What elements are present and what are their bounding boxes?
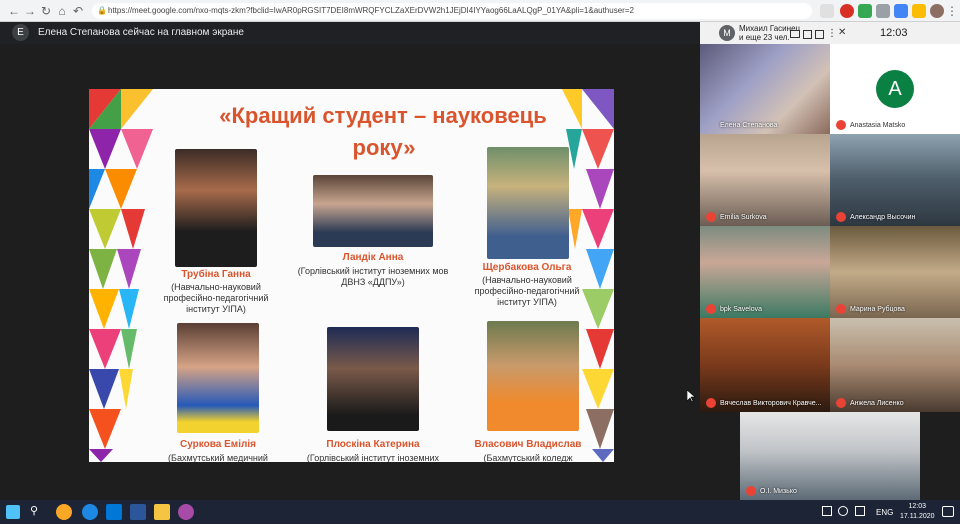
candidate-info: (Навчально-науковий професійно-педагогіч… — [163, 282, 269, 314]
opera-icon[interactable] — [840, 4, 854, 18]
mic-off-icon — [706, 304, 716, 314]
participant-tile-name: Вячеслав Викторович Кравче... — [720, 400, 822, 407]
candidate-photo — [177, 323, 259, 433]
network-icon[interactable] — [822, 506, 832, 516]
clock-time: 12:03 — [908, 503, 927, 510]
participant-tile-name: Марина Рубцова — [850, 306, 905, 313]
participant-tile-name: Anastasia Matsko — [850, 122, 906, 129]
meeting-time: 12:03 — [880, 27, 908, 39]
url-text: https://meet.google.com/nxo-mqts-zkm?fbc… — [108, 6, 634, 15]
present-icon[interactable] — [815, 30, 824, 39]
participant-tile-name: bpk Savelova — [720, 306, 763, 313]
clock-date: 17.11.2020 — [900, 513, 935, 520]
back-icon[interactable]: ← — [6, 3, 22, 19]
candidate-name: Власович Владислав — [474, 439, 582, 450]
candidate-name: Ландік Анна — [342, 252, 404, 263]
notifications-icon[interactable] — [942, 506, 954, 517]
candidate-photo — [327, 327, 419, 431]
candidate-info: (Бахмутський медичний — [168, 453, 268, 462]
mic-off-icon — [836, 304, 846, 314]
participant-tile[interactable]: bpk Savelova — [700, 226, 830, 318]
presenter-avatar: E — [12, 24, 29, 41]
candidate-info: (Навчально-науковий професійно-педагогіч… — [474, 275, 580, 307]
captions-icon[interactable] — [790, 30, 800, 38]
windows-start-icon[interactable] — [6, 505, 20, 519]
undo-icon[interactable]: ↶ — [70, 3, 86, 19]
app-icon[interactable] — [56, 504, 72, 520]
extension-icon[interactable] — [876, 4, 890, 18]
layout-icon[interactable] — [803, 30, 812, 39]
mic-off-icon — [836, 212, 846, 222]
more-icon[interactable]: ⋮ — [827, 28, 837, 39]
candidate-name: Трубіна Ганна — [181, 269, 251, 280]
taskbar-clock[interactable]: 12:03 17.11.2020 — [900, 502, 935, 522]
participant-tile[interactable]: Анжела Лисенко — [830, 318, 960, 412]
candidate-name: Суркова Емілія — [180, 439, 256, 450]
home-icon[interactable]: ⌂ — [54, 3, 70, 19]
word-icon[interactable] — [130, 504, 146, 520]
candidate-name: Щербакова Ольга — [482, 262, 572, 273]
candidate-name: Плоскіна Катерина — [326, 439, 420, 450]
extension-icon[interactable] — [894, 4, 908, 18]
presenter-status: Елена Степанова сейчас на главном экране — [38, 27, 244, 38]
candidate-photo — [313, 175, 433, 247]
participant-tile[interactable]: Александр Высочин — [830, 134, 960, 226]
volume-icon[interactable] — [855, 506, 865, 516]
menu-icon[interactable]: ⋮ — [944, 3, 960, 19]
mic-off-icon — [836, 120, 846, 130]
slide-title-line2: року» — [352, 135, 416, 160]
extension-icon[interactable] — [858, 4, 872, 18]
language-indicator[interactable]: ENG — [876, 508, 893, 517]
browser-toolbar: ← → ↻ ⌂ ↶ 🔒 https://meet.google.com/nxo-… — [0, 0, 960, 22]
lock-icon: 🔒 — [97, 6, 107, 15]
address-bar[interactable]: 🔒 https://meet.google.com/nxo-mqts-zkm?f… — [92, 3, 812, 19]
participant-tile-name: Emilia Surkova — [720, 214, 767, 221]
battery-icon[interactable] — [838, 506, 848, 516]
participant-tile-name: О.І. Мизько — [760, 488, 797, 495]
participant-tile[interactable]: Елена Степанова — [700, 44, 830, 134]
candidate-photo — [175, 149, 257, 267]
presentation-slide: «Кращий студент – науковець року» Трубін… — [89, 89, 614, 462]
participant-tile[interactable]: Emilia Surkova — [700, 134, 830, 226]
candidate-info: (Горлівський інститут іноземних мов ДВНЗ… — [297, 266, 449, 287]
triangle-pattern-left — [89, 89, 153, 462]
mouse-cursor-icon — [687, 390, 695, 402]
mic-off-icon — [706, 212, 716, 222]
participant-tile[interactable]: Марина Рубцова — [830, 226, 960, 318]
participant-tile-name: Анжела Лисенко — [850, 400, 904, 407]
mic-off-icon — [836, 398, 846, 408]
candidate-info: (Горлівський інститут іноземних — [306, 453, 440, 462]
participant-tile[interactable]: О.І. Мизько — [740, 412, 920, 500]
profile-avatar[interactable] — [930, 4, 944, 18]
edge-icon[interactable] — [106, 504, 122, 520]
viber-icon[interactable] — [178, 504, 194, 520]
candidate-photo — [487, 321, 579, 431]
close-icon[interactable]: ✕ — [838, 27, 846, 38]
participant-tile-name: Елена Степанова — [720, 122, 778, 129]
participant-tile[interactable]: Вячеслав Викторович Кравче... — [700, 318, 830, 412]
mic-off-icon — [746, 486, 756, 496]
search-icon[interactable]: ⚲ — [30, 504, 46, 520]
extension-icon[interactable] — [912, 4, 926, 18]
participant-avatar: A — [876, 70, 914, 108]
participants-avatar: M — [719, 25, 735, 41]
reload-icon[interactable]: ↻ — [38, 3, 54, 19]
candidate-photo — [487, 147, 569, 259]
forward-icon[interactable]: → — [22, 3, 38, 19]
folder-icon[interactable] — [154, 504, 170, 520]
mic-off-icon — [706, 398, 716, 408]
candidate-info: (Бахмутський коледж — [483, 453, 573, 462]
participant-tile[interactable]: A Anastasia Matsko — [830, 44, 960, 134]
chrome-icon[interactable] — [82, 504, 98, 520]
slide-title-line1: «Кращий студент – науковець — [219, 103, 547, 128]
star-icon[interactable] — [820, 4, 834, 18]
participant-tile-name: Александр Высочин — [850, 214, 916, 221]
